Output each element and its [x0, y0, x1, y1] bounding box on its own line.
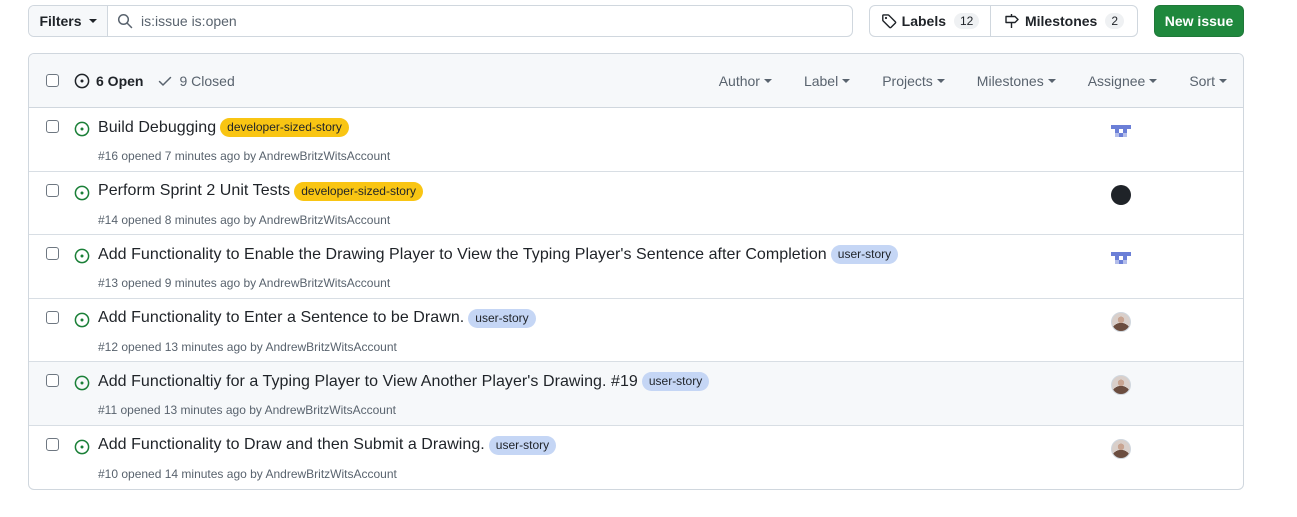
filter-search-group: Filters — [28, 5, 853, 37]
list-filters: Author Label Projects Milestones Assigne… — [687, 54, 1227, 108]
issue-title-link[interactable]: Build Debugging — [98, 119, 216, 137]
label-filter[interactable]: Label — [803, 73, 851, 89]
issues-list-header: 6 Open 9 Closed Author Label Projects Mi… — [29, 54, 1243, 108]
issue-title-line: Build Debugging developer-sized-story — [98, 118, 349, 137]
identicon-avatar-icon[interactable] — [1111, 248, 1131, 269]
issue-meta: #14 opened 8 minutes ago by AndrewBritzW… — [98, 212, 391, 227]
identicon-avatar-icon[interactable] — [1111, 121, 1131, 141]
issue-checkbox[interactable] — [46, 183, 59, 197]
issue-checkbox[interactable] — [46, 120, 59, 133]
issues-list: 6 Open 9 Closed Author Label Projects Mi… — [28, 53, 1244, 490]
chevron-down-icon — [936, 79, 945, 83]
chevron-down-icon — [1149, 79, 1158, 83]
milestones-button[interactable]: Milestones 2 — [991, 6, 1137, 36]
issue-opened-icon — [74, 121, 90, 137]
filters-button[interactable]: Filters — [29, 6, 108, 36]
issue-label[interactable]: developer-sized-story — [294, 181, 423, 201]
search-wrapper — [108, 6, 852, 36]
tag-icon — [881, 14, 896, 29]
issue-row: Add Functionality to Draw and then Submi… — [29, 426, 1243, 489]
milestone-icon — [1005, 14, 1019, 28]
issue-title-link[interactable]: Add Functionaltiy for a Typing Player to… — [98, 373, 638, 391]
issue-opened-icon — [74, 376, 90, 391]
issue-row: Add Functionality to Enable the Drawing … — [29, 235, 1243, 299]
author-filter-label: Author — [718, 73, 760, 89]
issue-title-link[interactable]: Add Functionality to Draw and then Submi… — [98, 436, 485, 454]
assignee-avatar[interactable] — [1111, 184, 1131, 205]
issue-label[interactable]: user-story — [830, 245, 899, 265]
assignee-avatar[interactable] — [1111, 438, 1131, 459]
sort-filter[interactable]: Sort — [1189, 73, 1227, 89]
milestones-button-label: Milestones — [1024, 13, 1098, 29]
issue-title-link[interactable]: Perform Sprint 2 Unit Tests — [98, 182, 290, 200]
issue-label[interactable]: developer-sized-story — [220, 118, 349, 137]
check-icon — [159, 76, 172, 86]
assignee-filter[interactable]: Assignee — [1088, 73, 1158, 89]
issue-checkbox[interactable] — [46, 310, 59, 324]
issue-row: Add Functionaltiy for a Typing Player to… — [29, 362, 1243, 426]
issue-meta: #16 opened 7 minutes ago by AndrewBritzW… — [98, 149, 391, 163]
issue-title-line: Perform Sprint 2 Unit Tests developer-si… — [98, 181, 423, 201]
projects-filter[interactable]: Projects — [882, 73, 945, 89]
issue-label[interactable]: user-story — [488, 435, 557, 455]
issue-title-line: Add Functionaltiy for a Typing Player to… — [98, 372, 710, 392]
issue-title-line: Add Functionality to Enter a Sentence to… — [98, 308, 536, 328]
sort-filter-label: Sort — [1189, 73, 1215, 89]
milestones-filter-label: Milestones — [976, 73, 1044, 89]
issue-row: Build Debugging developer-sized-story #1… — [29, 108, 1243, 172]
assignee-avatar[interactable] — [1111, 311, 1131, 332]
chevron-down-icon — [88, 19, 97, 23]
issue-row: Perform Sprint 2 Unit Tests developer-si… — [29, 172, 1243, 236]
issue-row: Add Functionality to Enter a Sentence to… — [29, 299, 1243, 363]
assignee-avatar[interactable] — [1111, 375, 1131, 396]
issue-opened-icon — [74, 73, 90, 89]
closed-count-label: 9 Closed — [179, 73, 235, 89]
issue-opened-icon — [74, 312, 90, 328]
author-filter[interactable]: Author — [719, 73, 772, 89]
open-count-label: 6 Open — [96, 73, 144, 89]
issue-title-line: Add Functionality to Enable the Drawing … — [98, 245, 899, 265]
issue-opened-icon — [74, 185, 90, 200]
closed-issues-tab[interactable]: 9 Closed — [157, 73, 235, 89]
issue-label[interactable]: user-story — [468, 308, 536, 328]
search-input[interactable] — [141, 13, 821, 29]
issue-meta: #10 opened 14 minutes ago by AndrewBritz… — [98, 466, 397, 481]
filters-button-label: Filters — [39, 13, 82, 29]
issue-title-line: Add Functionality to Draw and then Submi… — [98, 435, 557, 455]
open-issues-tab[interactable]: 6 Open — [74, 73, 143, 89]
new-issue-button[interactable]: New issue — [1154, 5, 1244, 37]
labels-button[interactable]: Labels 12 — [870, 6, 991, 36]
issue-checkbox[interactable] — [46, 247, 59, 261]
chevron-down-icon — [1047, 79, 1056, 83]
issue-meta: #12 opened 13 minutes ago by AndrewBritz… — [98, 339, 397, 354]
labels-milestones-group: Labels 12 Milestones 2 — [869, 5, 1138, 37]
issue-meta: #13 opened 9 minutes ago by AndrewBritzW… — [98, 276, 391, 291]
issue-checkbox[interactable] — [46, 374, 59, 388]
milestones-filter[interactable]: Milestones — [977, 73, 1056, 89]
labels-count: 12 — [954, 13, 980, 29]
chevron-down-icon — [842, 79, 851, 83]
issues-toolbar: Filters Labels 12 Milestones 2 New issue — [28, 5, 1244, 37]
state-tabs: 6 Open 9 Closed — [74, 54, 235, 108]
issue-title-link[interactable]: Add Functionality to Enable the Drawing … — [98, 246, 827, 264]
chevron-down-icon — [763, 79, 772, 83]
issue-label[interactable]: user-story — [641, 372, 710, 392]
issue-title-link[interactable]: Add Functionality to Enter a Sentence to… — [98, 309, 464, 327]
issue-opened-icon — [74, 439, 90, 455]
projects-filter-label: Projects — [882, 73, 933, 89]
issue-opened-icon — [74, 248, 90, 264]
chevron-down-icon — [1219, 79, 1227, 83]
select-all-checkbox[interactable] — [46, 74, 59, 87]
labels-button-label: Labels — [901, 13, 946, 29]
issue-meta: #11 opened 13 minutes ago by AndrewBritz… — [98, 403, 396, 418]
milestones-count: 2 — [1105, 13, 1125, 29]
label-filter-label: Label — [803, 73, 839, 89]
assignee-filter-label: Assignee — [1087, 73, 1146, 89]
issue-checkbox[interactable] — [46, 437, 59, 451]
search-icon — [117, 13, 133, 29]
